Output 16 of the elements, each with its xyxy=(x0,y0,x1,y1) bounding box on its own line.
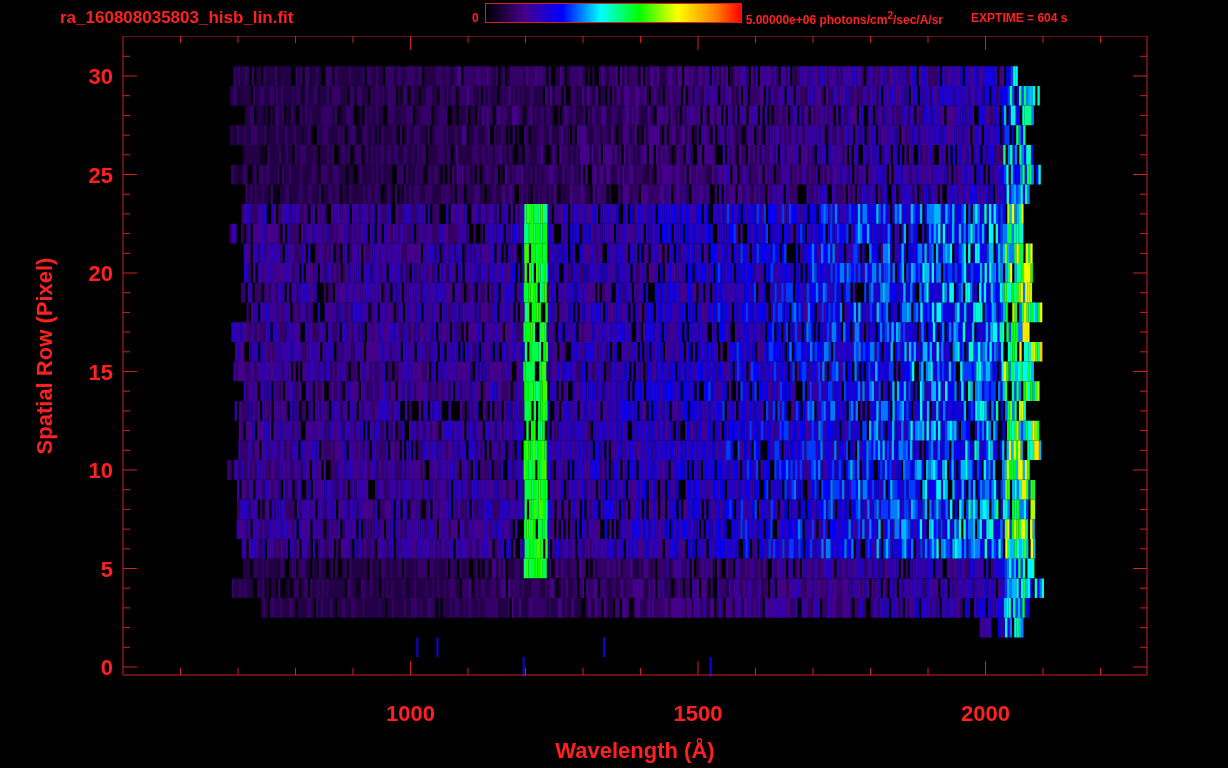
y-tick-label: 30 xyxy=(88,64,113,89)
x-axis-label: Wavelength (Å) xyxy=(555,738,715,763)
y-tick-label: 20 xyxy=(88,261,113,286)
y-tick-label: 5 xyxy=(100,556,113,582)
x-tick-label: 1000 xyxy=(386,701,435,726)
exposure-time: EXPTIME = 604 s xyxy=(971,11,1068,25)
x-tick-label: 2000 xyxy=(961,701,1010,726)
file-title: ra_160808035803_hisb_lin.fit xyxy=(60,8,295,28)
y-tick-label: 25 xyxy=(88,162,113,188)
colorbar-max-label: 5.00000e+06 photons/cm$^{2}$/sec/A/sr xyxy=(745,9,944,27)
y-tick-label: 15 xyxy=(88,359,113,385)
y-axis-label: Spatial Row (Pixel) xyxy=(32,257,57,455)
y-tick-label: 0 xyxy=(100,655,113,680)
x-tick-label: 1500 xyxy=(673,701,723,726)
y-tick-label: 10 xyxy=(88,458,113,483)
colorbar-min-label: 0 xyxy=(472,11,479,25)
